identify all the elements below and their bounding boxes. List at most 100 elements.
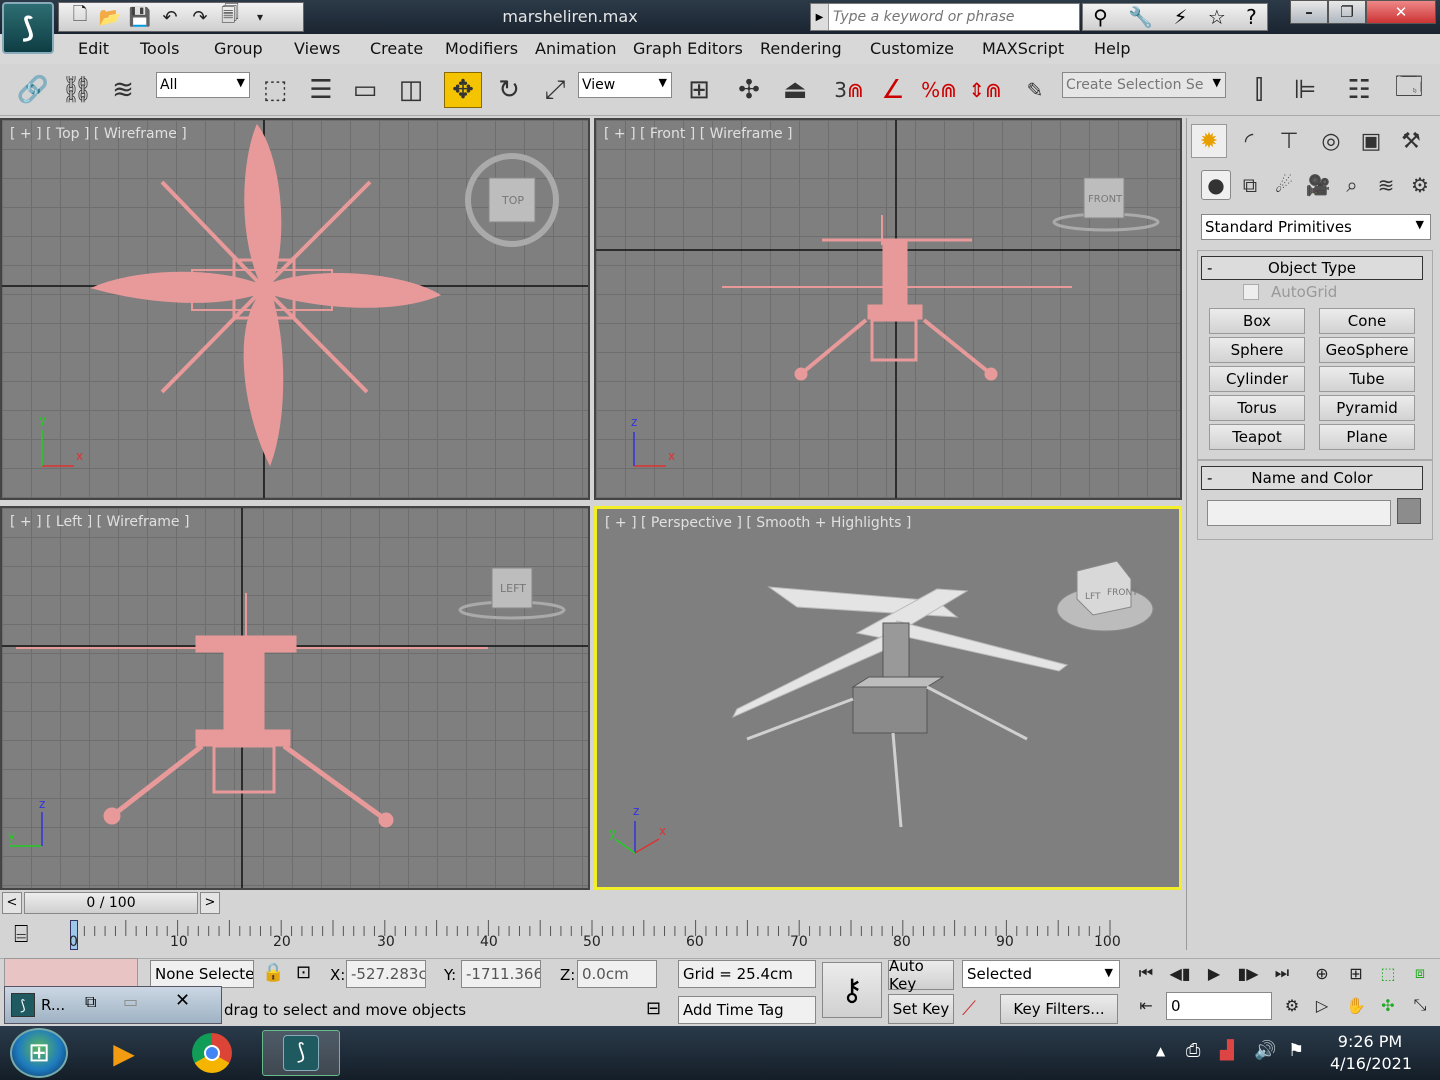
key-mode-dropdown[interactable]: Selected ▼ [962,960,1120,988]
edit-named-selection-icon[interactable]: ✎ [1016,72,1054,108]
shapes-category-icon[interactable]: ⧉ [1235,170,1265,200]
search-input[interactable] [829,9,1069,25]
close-button[interactable]: ✕ [1366,0,1436,24]
view-cube-perspective[interactable] [1056,560,1154,632]
cone-button[interactable]: Cone [1319,308,1415,334]
helpers-category-icon[interactable]: ⌕ [1337,170,1367,200]
keyboard-shortcut-override-icon[interactable]: ⏏ [776,72,814,108]
lock-selection-icon[interactable]: 🔒 [262,962,284,983]
taskbar-chrome[interactable] [176,1030,248,1076]
communication-center-icon[interactable]: ⚡ [1173,5,1187,29]
go-to-end-icon[interactable]: ⏭ [1266,958,1298,988]
zoom-extents-all-icon[interactable]: ⧈ [1404,958,1436,988]
time-tag-icon[interactable]: ⊟ [646,998,661,1019]
menu-maxscript[interactable]: MAXScript [982,39,1064,58]
network-icon[interactable]: ▟ [1220,1040,1234,1061]
search-expand-icon[interactable]: ▶ [811,4,829,30]
go-to-start-icon[interactable]: ⏮ [1130,958,1162,988]
unlink-selection-icon[interactable]: ⛓ [58,72,96,108]
menu-tools[interactable]: Tools [140,39,179,58]
menu-rendering[interactable]: Rendering [760,39,842,58]
undo-icon[interactable]: ↶ [157,5,183,29]
object-color-swatch[interactable] [1397,498,1421,524]
cylinder-button[interactable]: Cylinder [1209,366,1305,392]
percent-snap-icon[interactable]: %⋒ [920,72,958,108]
geometry-type-dropdown[interactable]: Standard Primitives ▼ [1201,214,1431,240]
select-and-scale-icon[interactable]: ⤢ [536,72,574,108]
viewport-front[interactable]: FRONT x z [ + ] [ Front ] [ Wireframe ] [594,118,1182,500]
zoom-icon[interactable]: ⊕ [1306,958,1338,988]
z-coord-input[interactable]: 0.0cm [577,960,657,988]
save-file-icon[interactable]: 💾 [127,5,153,29]
next-frame-icon[interactable]: ▮▶ [1232,958,1264,988]
teapot-button[interactable]: Teapot [1209,424,1305,450]
menu-customize[interactable]: Customize [870,39,954,58]
redo-icon[interactable]: ↷ [187,5,213,29]
pyramid-button[interactable]: Pyramid [1319,395,1415,421]
motion-tab-icon[interactable]: ◎ [1313,124,1349,158]
cameras-category-icon[interactable]: 🎥 [1303,170,1333,200]
y-coord-input[interactable]: -1711.366 [461,960,541,988]
restore-button[interactable]: ❐ [1328,0,1366,24]
viewport-perspective[interactable]: LFT FRONT x z y [ + ] [ Perspective ] [ … [594,506,1182,890]
modify-tab-icon[interactable]: ◜ [1231,124,1267,158]
geometry-category-icon[interactable]: ● [1201,170,1231,200]
space-warps-category-icon[interactable]: ≋ [1371,170,1401,200]
viewport-left[interactable]: LEFT y z [ + ] [ Left ] [ Wireframe ] [0,506,590,890]
orbit-icon[interactable]: ✣ [1372,990,1404,1020]
set-key-button[interactable]: Set Key [888,994,954,1024]
plane-button[interactable]: Plane [1319,424,1415,450]
add-time-tag-button[interactable]: Add Time Tag [678,996,816,1024]
taskbar-media-player[interactable]: ▶ [88,1030,160,1076]
select-object-icon[interactable]: ⬚ [256,72,294,108]
x-coord-input[interactable]: -527.283cr [346,960,426,988]
play-icon[interactable]: ▶ [1198,958,1230,988]
select-and-move-icon[interactable]: ✥ [444,72,482,108]
show-hidden-icons-icon[interactable]: ▲ [1156,1044,1165,1058]
clock-time[interactable]: 9:26 PM [1330,1032,1410,1051]
set-key-mode-button[interactable]: ⚷ [822,962,882,1018]
menu-group[interactable]: Group [214,39,263,58]
open-file-icon[interactable]: 📂 [97,5,123,29]
angle-snap-icon[interactable]: ∠ [874,72,912,108]
pan-view-icon[interactable]: ✋ [1340,990,1372,1020]
app-menu-button[interactable]: ⟆ [2,2,54,54]
lights-category-icon[interactable]: ☄ [1269,170,1299,200]
chevron-down-icon[interactable]: ▾ [247,5,273,29]
rectangular-selection-icon[interactable]: ▭ [346,72,384,108]
box-button[interactable]: Box [1209,308,1305,334]
pivot-center-icon[interactable]: ⊞ [680,72,718,108]
time-slider-thumb[interactable]: 0 / 100 [24,892,198,914]
select-and-link-icon[interactable]: 🔗 [14,72,52,108]
binoculars-icon[interactable]: ⚲ [1093,5,1108,29]
subscription-key-icon[interactable]: 🔧 [1128,5,1153,29]
close-icon[interactable]: ✕ [175,990,190,1011]
menu-animation[interactable]: Animation [535,39,617,58]
geosphere-button[interactable]: GeoSphere [1319,337,1415,363]
viewport-top-label[interactable]: [ + ] [ Top ] [ Wireframe ] [10,126,187,142]
volume-icon[interactable]: 🔊 [1254,1040,1276,1061]
viewport-top[interactable]: TOP x y [ + ] [ Top ] [ Wireframe ] [0,118,590,500]
zoom-all-icon[interactable]: ⊞ [1340,958,1372,988]
action-center-flag-icon[interactable]: ⚑ [1288,1040,1304,1061]
create-tab-icon[interactable]: ✹ [1191,124,1227,158]
key-filters-button[interactable]: Key Filters... [1000,994,1118,1024]
object-type-rollout-header[interactable]: - Object Type [1201,256,1423,280]
maxscript-listener[interactable] [4,958,138,988]
named-selection-dropdown[interactable]: Create Selection Se ▼ [1062,72,1226,98]
taskbar-3ds-max[interactable]: ⟆ [262,1030,340,1076]
reference-coordinate-dropdown[interactable]: View ▼ [578,72,672,98]
select-and-manipulate-icon[interactable]: ✣ [730,72,768,108]
key-mode-toggle-icon[interactable]: ⇤ [1130,990,1162,1020]
start-button[interactable]: ⊞ [10,1028,68,1078]
menu-edit[interactable]: Edit [78,39,109,58]
favorites-star-icon[interactable]: ☆ [1208,5,1226,29]
utilities-tab-icon[interactable]: ⚒ [1393,124,1429,158]
object-name-input[interactable] [1207,500,1391,526]
select-by-name-icon[interactable]: ☰ [302,72,340,108]
menu-views[interactable]: Views [294,39,340,58]
help-icon[interactable]: ? [1246,5,1257,29]
new-file-icon[interactable]: 🗋 [67,4,93,29]
sphere-button[interactable]: Sphere [1209,337,1305,363]
maximize-viewport-icon[interactable]: ⤡ [1404,990,1436,1020]
